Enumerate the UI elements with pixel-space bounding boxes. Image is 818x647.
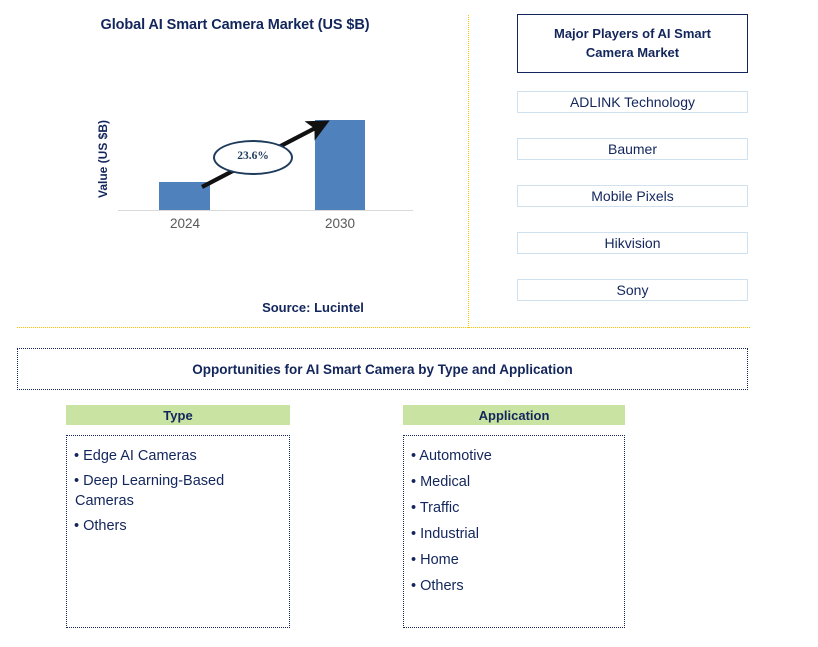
player-item[interactable]: Baumer	[517, 138, 748, 160]
x-tick-2030: 2030	[324, 216, 356, 231]
type-column-header: Type	[66, 405, 290, 425]
bar-chart-plot: Value (US $B) 23.6% 2024 2030	[0, 0, 470, 330]
opportunities-title: Opportunities for AI Smart Camera by Typ…	[192, 361, 573, 377]
application-column-list: • Automotive • Medical • Traffic • Indus…	[403, 435, 625, 628]
infographic-canvas: Global AI Smart Camera Market (US $B) Va…	[0, 0, 818, 647]
opportunities-title-box: Opportunities for AI Smart Camera by Typ…	[17, 348, 748, 390]
major-players-panel: Major Players of AI Smart Camera Market …	[517, 14, 748, 326]
y-axis-label: Value (US $B)	[96, 119, 110, 199]
list-item: • Home	[411, 552, 459, 568]
list-item: • Industrial	[411, 526, 479, 542]
player-item[interactable]: Mobile Pixels	[517, 185, 748, 207]
major-players-header: Major Players of AI Smart Camera Market	[517, 14, 748, 73]
horizontal-divider	[17, 327, 750, 328]
source-label: Source: Lucintel	[262, 300, 364, 315]
x-axis-baseline	[118, 210, 413, 211]
application-column-header: Application	[403, 405, 625, 425]
cagr-value-label: 23.6%	[237, 150, 269, 162]
vertical-divider	[468, 15, 469, 328]
list-item: • Others	[411, 578, 464, 594]
x-tick-2024: 2024	[169, 216, 201, 231]
list-item: • Traffic	[411, 500, 460, 516]
major-players-list: ADLINK Technology Baumer Mobile Pixels H…	[517, 91, 748, 301]
bar-2030	[315, 120, 365, 210]
list-item: • Medical	[411, 474, 471, 490]
bar-2024	[159, 182, 210, 210]
player-item[interactable]: Hikvision	[517, 232, 748, 254]
list-item: • Others	[74, 518, 127, 534]
list-item: • Deep Learning-Based Cameras	[74, 473, 225, 509]
list-item: • Automotive	[411, 448, 492, 464]
player-item[interactable]: Sony	[517, 279, 748, 301]
list-item: • Edge AI Cameras	[74, 448, 197, 464]
type-column-list: • Edge AI Cameras • Deep Learning-Based …	[66, 435, 290, 628]
player-item[interactable]: ADLINK Technology	[517, 91, 748, 113]
